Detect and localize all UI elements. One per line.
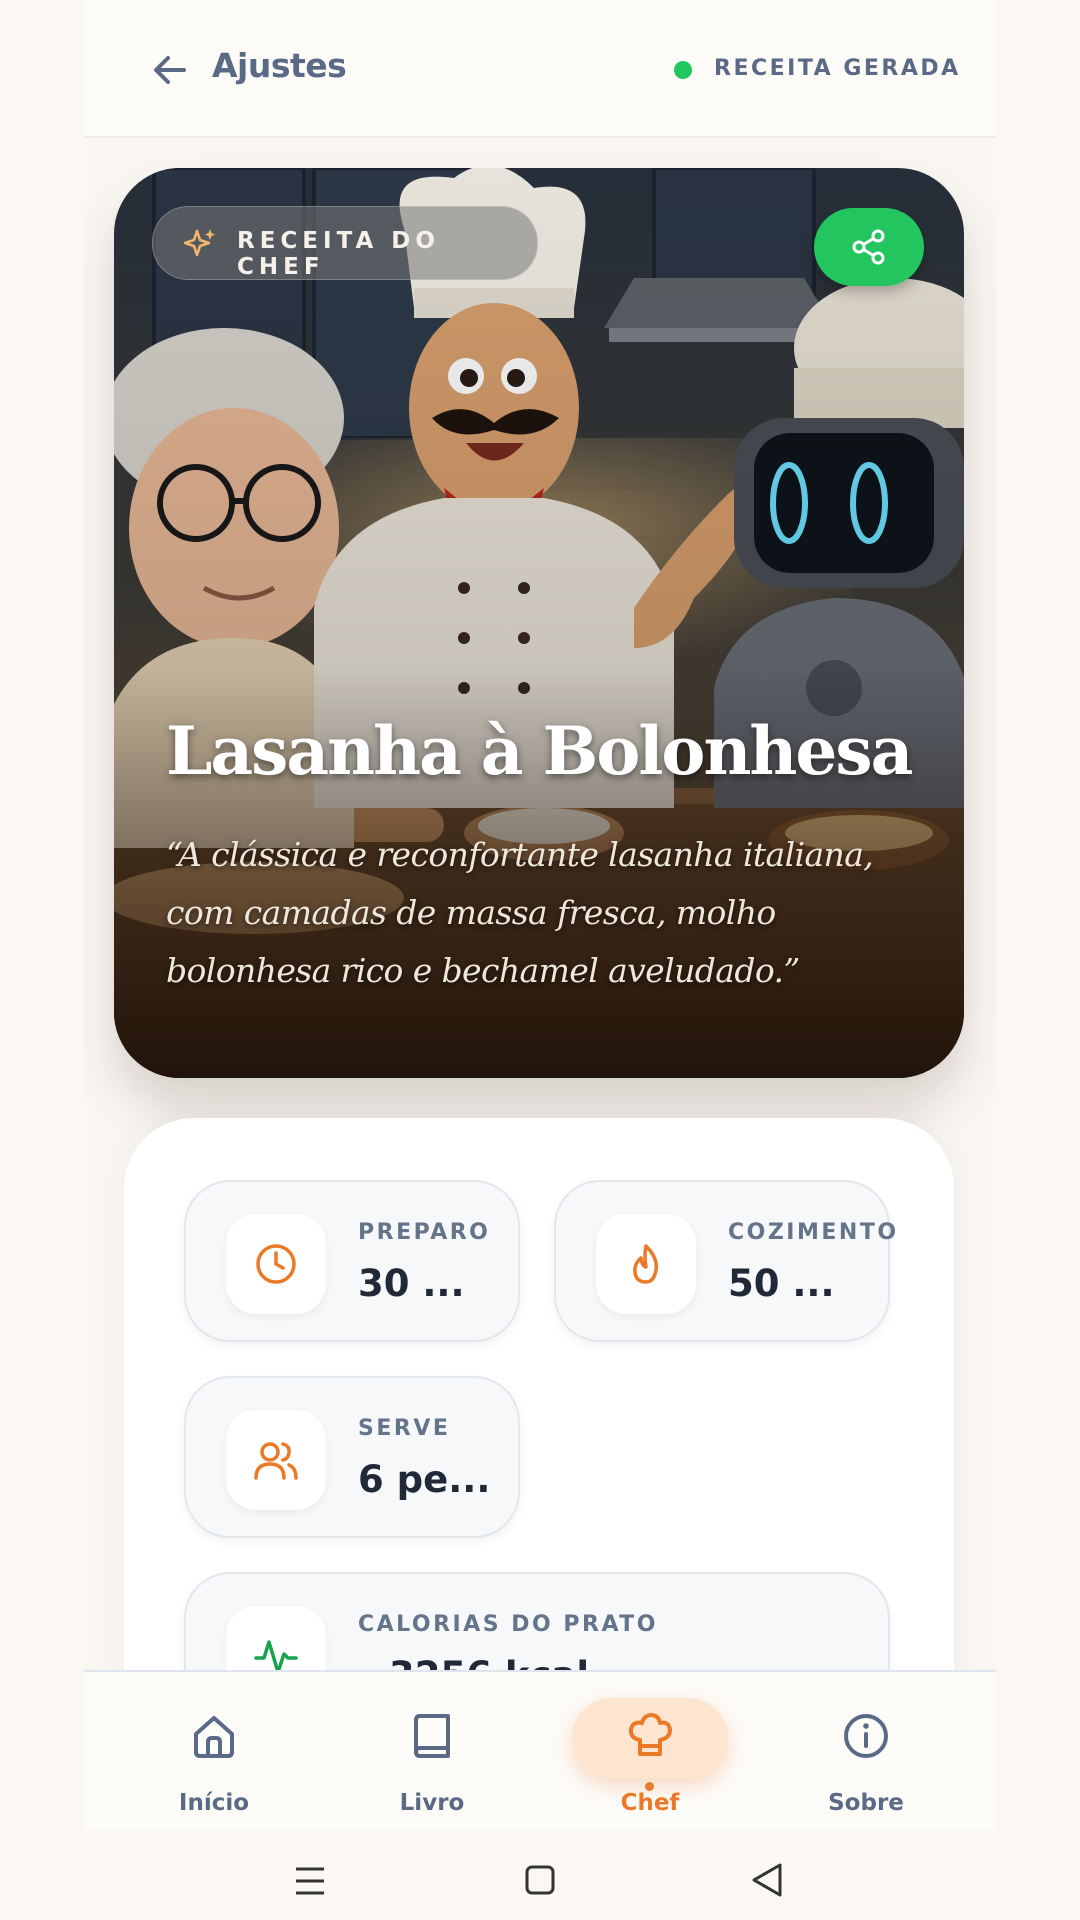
sparkles-icon — [183, 229, 215, 257]
back-arrow-icon[interactable] — [148, 48, 192, 92]
top-bar: Ajustes RECEITA GERADA — [84, 0, 996, 138]
clock-icon — [256, 1244, 296, 1284]
flame-icon — [633, 1244, 659, 1284]
cook-time-stat: COZIMENTO 50 ... — [554, 1180, 896, 1342]
chef-hat-icon — [628, 1713, 672, 1756]
stat-value: 50 ... — [728, 1262, 835, 1305]
recents-menu-icon[interactable] — [294, 1866, 326, 1896]
stat-label: CALORIAS DO PRATO — [358, 1612, 658, 1637]
book-icon — [414, 1714, 450, 1758]
home-square-icon[interactable] — [524, 1864, 556, 1896]
status-label: RECEITA GERADA — [714, 56, 961, 81]
recipe-title: Lasanha à Bolonhesa — [166, 712, 913, 790]
back-triangle-icon[interactable] — [750, 1862, 784, 1898]
nav-item-livro[interactable]: Livro — [332, 1672, 532, 1832]
users-icon — [254, 1442, 298, 1480]
stat-value: 30 ... — [358, 1262, 465, 1305]
nav-label: Chef — [620, 1790, 680, 1816]
nav-item-chef[interactable]: Chef — [550, 1672, 750, 1832]
recipe-description: “A clássica e reconfortante lasanha ital… — [166, 835, 874, 990]
stat-value: 6 pe... — [358, 1458, 491, 1501]
recipe-hero-card: RECEITA DO CHEF Lasanha à Bolonhesa “A c… — [114, 168, 964, 1078]
info-icon — [844, 1714, 888, 1758]
home-icon — [194, 1716, 234, 1758]
stat-label: COZIMENTO — [728, 1220, 899, 1245]
chef-badge-label: RECEITA DO CHEF — [237, 228, 440, 280]
nav-label: Livro — [399, 1790, 465, 1816]
stat-label: PREPARO — [358, 1220, 491, 1245]
system-navigation-bar — [84, 1830, 996, 1920]
prep-time-stat: PREPARO 30 ... — [184, 1180, 520, 1342]
nav-item-inicio[interactable]: Início — [114, 1672, 314, 1832]
bottom-navigation: Início Livro Chef Sobre — [84, 1670, 996, 1832]
stat-label: SERVE — [358, 1416, 451, 1441]
app-screen: Ajustes RECEITA GERADA RECEITA DO CHEF L… — [84, 0, 996, 1920]
nav-item-sobre[interactable]: Sobre — [766, 1672, 966, 1832]
servings-stat: SERVE 6 pe... — [184, 1376, 520, 1538]
status-dot — [674, 61, 692, 79]
page-title[interactable]: Ajustes — [212, 46, 347, 85]
chef-recipe-badge: RECEITA DO CHEF — [152, 206, 538, 280]
share-button[interactable] — [814, 208, 924, 286]
nav-label: Sobre — [828, 1790, 904, 1816]
nav-label: Início — [178, 1790, 250, 1816]
share-icon — [852, 229, 885, 265]
